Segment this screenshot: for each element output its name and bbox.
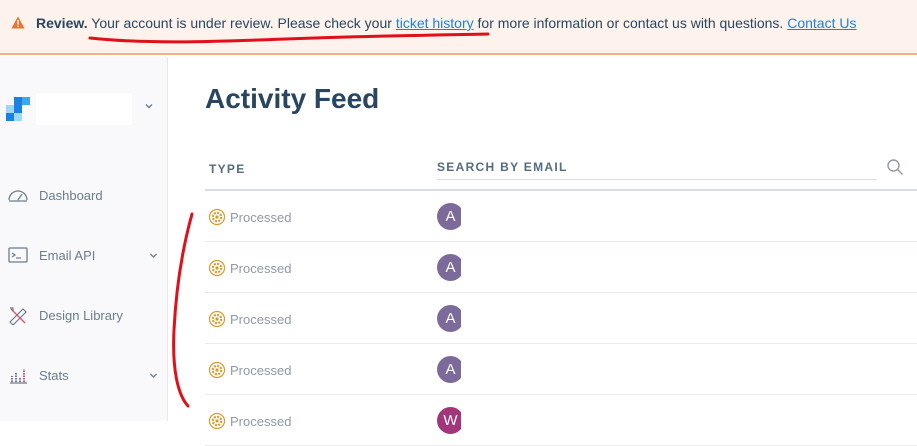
page-title: Activity Feed <box>205 83 380 114</box>
search-underline <box>437 179 877 180</box>
avatar: A <box>437 305 464 332</box>
sidebar-item-stats[interactable]: Stats <box>0 355 168 395</box>
warning-icon <box>11 16 25 29</box>
sidebar-item-dashboard[interactable]: Dashboard <box>0 175 168 215</box>
avatar: A <box>437 254 464 281</box>
ticket-history-link[interactable]: ticket history <box>396 15 474 31</box>
gear-icon <box>208 361 226 379</box>
sidebar-item-label: Dashboard <box>39 187 103 203</box>
status-label: Processed <box>230 363 292 378</box>
table-row[interactable]: Processed A <box>205 344 917 395</box>
gear-icon <box>208 412 226 430</box>
alert-label: Review. <box>36 15 88 31</box>
contact-us-link[interactable]: Contact Us <box>787 15 856 31</box>
chevron-down-icon[interactable] <box>144 101 154 111</box>
status-label: Processed <box>230 210 292 225</box>
alert-text-after: for more information or contact us with … <box>473 15 788 31</box>
pencil-ruler-icon <box>9 307 27 325</box>
sidebar-item-design-library[interactable]: Design Library <box>0 295 168 335</box>
gear-icon <box>208 208 226 226</box>
sidebar-item-label: Email API <box>39 247 96 263</box>
column-header-type: TYPE <box>209 162 246 176</box>
sendgrid-logo[interactable] <box>6 97 30 121</box>
email-redacted <box>461 242 699 292</box>
table-row[interactable]: Processed A <box>205 191 917 242</box>
email-redacted <box>461 395 699 445</box>
sidebar: Dashboard Email API Design Library Stats <box>0 57 168 421</box>
status-label: Processed <box>230 312 292 327</box>
search-icon[interactable] <box>886 158 904 176</box>
table-row[interactable]: Processed A <box>205 293 917 344</box>
table-row[interactable]: Processed A <box>205 242 917 293</box>
bar-chart-icon <box>10 369 27 384</box>
search-by-email-input[interactable]: SEARCH BY EMAIL <box>437 160 568 174</box>
red-bracket-annotation <box>172 212 194 408</box>
gear-icon <box>208 259 226 277</box>
chevron-down-icon <box>150 253 157 258</box>
review-alert-banner: Review. Your account is under review. Pl… <box>0 0 917 55</box>
email-redacted <box>461 344 699 394</box>
avatar: A <box>437 356 464 383</box>
status-label: Processed <box>230 414 292 429</box>
gauge-icon <box>8 190 28 202</box>
sidebar-item-label: Design Library <box>39 307 123 323</box>
terminal-icon <box>8 247 28 263</box>
gear-icon <box>208 310 226 328</box>
chevron-down-icon <box>150 373 157 378</box>
email-redacted <box>461 191 699 241</box>
alert-message: Review. Your account is under review. Pl… <box>36 15 856 31</box>
account-name-redacted[interactable] <box>36 93 132 125</box>
sidebar-item-email-api[interactable]: Email API <box>0 235 168 275</box>
email-redacted <box>461 293 699 343</box>
alert-text-before: Your account is under review. Please che… <box>87 15 396 31</box>
avatar: A <box>437 203 464 230</box>
status-label: Processed <box>230 261 292 276</box>
sidebar-item-label: Stats <box>39 367 69 383</box>
